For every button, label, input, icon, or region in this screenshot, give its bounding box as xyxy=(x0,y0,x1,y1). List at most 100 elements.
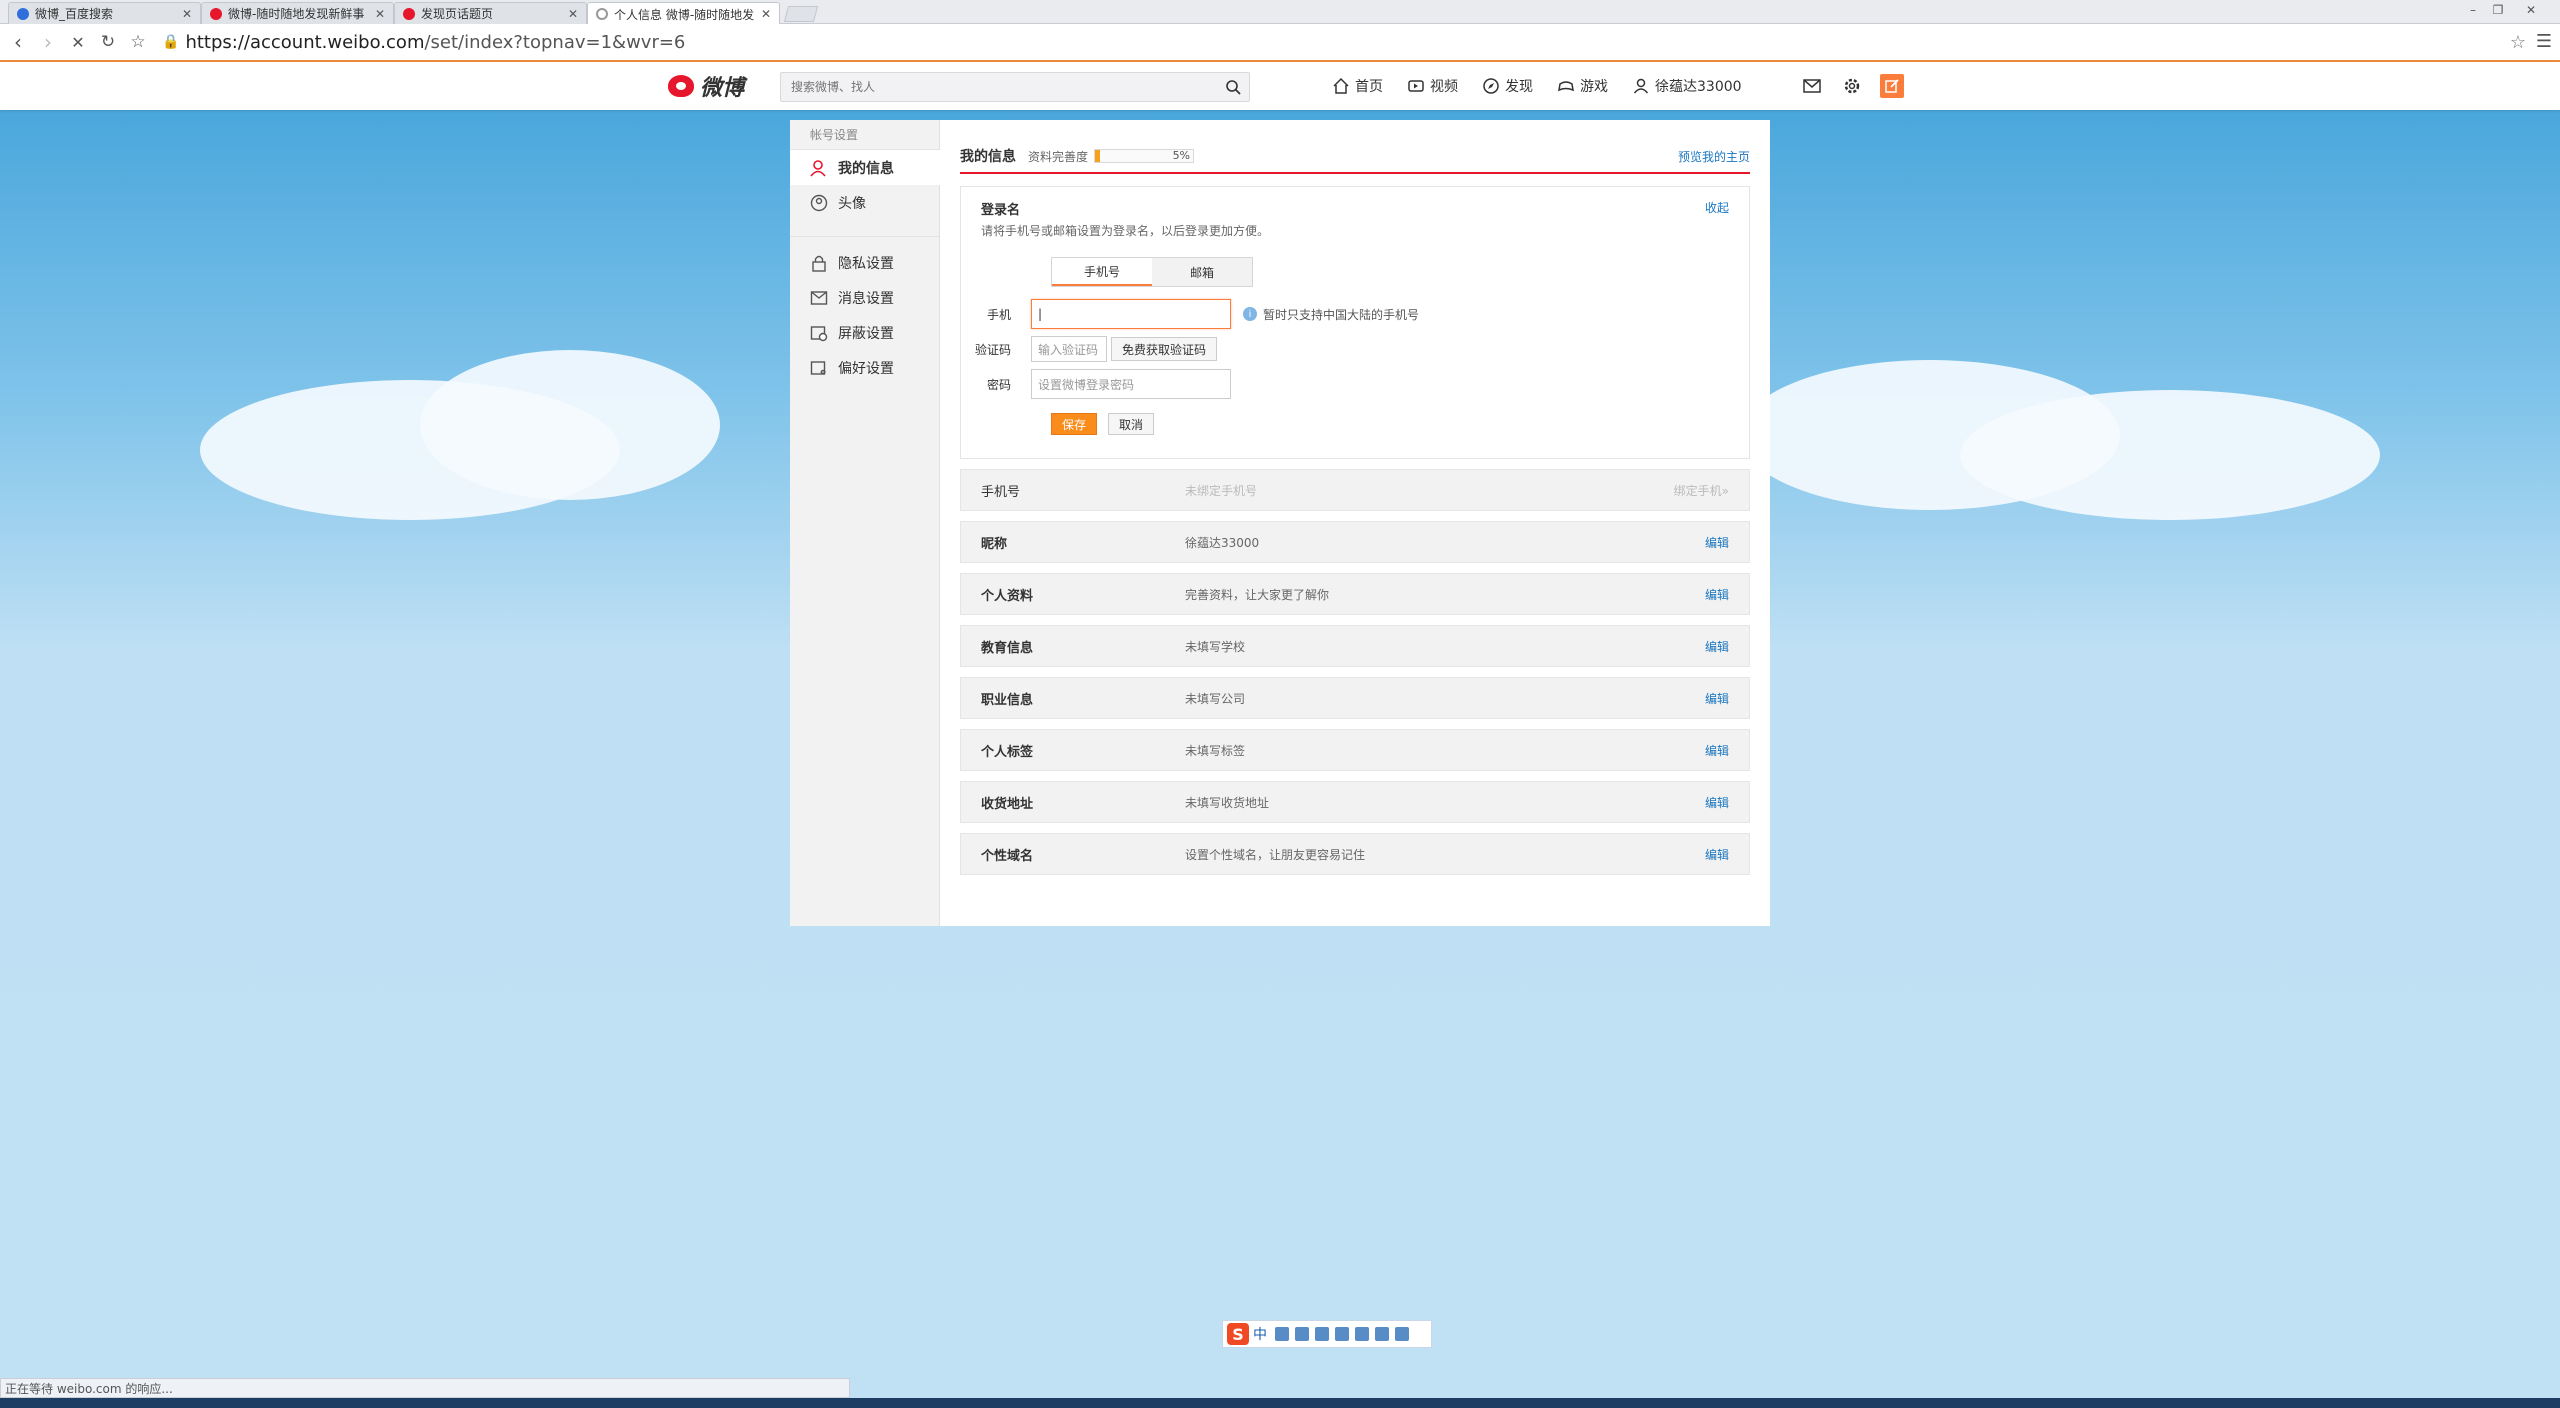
phone-row: 手机 | i 暂时只支持中国大陆的手机号 xyxy=(961,299,1419,329)
collapse-link[interactable]: 收起 xyxy=(1705,199,1729,216)
back-icon[interactable]: ‹ xyxy=(6,30,30,54)
sidebar-item-label: 偏好设置 xyxy=(838,360,894,377)
reload-icon[interactable]: ↻ xyxy=(96,30,120,54)
sidebar-item-block[interactable]: 屏蔽设置 xyxy=(790,315,939,350)
search-icon[interactable] xyxy=(1225,79,1241,95)
phone-input[interactable]: | xyxy=(1031,299,1231,329)
url-field[interactable]: 🔒 https://account.weibo.com/set/index?to… xyxy=(162,32,685,53)
code-row: 验证码 输入验证码 免费获取验证码 xyxy=(961,334,1218,364)
sidebar-item-label: 我的信息 xyxy=(838,160,894,177)
row-value: 设置个性域名，让朋友更容易记住 xyxy=(1185,847,1366,862)
login-section-desc: 请将手机号或邮箱设置为登录名，以后登录更加方便。 xyxy=(981,224,1270,238)
lock-icon: 🔒 xyxy=(162,34,180,50)
login-section-title: 登录名 xyxy=(981,203,1021,218)
forward-icon[interactable]: › xyxy=(36,30,60,54)
favorite-star-icon[interactable]: ☆ xyxy=(2510,32,2526,53)
nav-profile[interactable]: 徐蕴达33000 xyxy=(1632,76,1742,96)
phone-hint: i 暂时只支持中国大陆的手机号 xyxy=(1243,306,1419,323)
microphone-icon[interactable] xyxy=(1315,1327,1329,1341)
edit-link[interactable]: 编辑 xyxy=(1705,794,1729,811)
progress-label: 资料完善度 xyxy=(1028,149,1089,164)
password-input[interactable]: 设置微博登录密码 xyxy=(1031,369,1231,399)
edit-link[interactable]: 编辑 xyxy=(1705,690,1729,707)
nav-video-label: 视频 xyxy=(1430,79,1458,95)
phone-label: 手机 xyxy=(986,307,1011,322)
browser-tab-active[interactable]: 个人信息 微博-随时随地发 ✕ xyxy=(587,2,780,25)
progress-percent: 5% xyxy=(1172,149,1191,162)
code-input[interactable]: 输入验证码 xyxy=(1031,336,1107,362)
edit-link[interactable]: 编辑 xyxy=(1705,638,1729,655)
sidebar-item-messages[interactable]: 消息设置 xyxy=(790,280,939,315)
edit-link[interactable]: 编辑 xyxy=(1705,586,1729,603)
game-icon xyxy=(1558,81,1574,92)
get-code-button[interactable]: 免费获取验证码 xyxy=(1111,337,1218,361)
edit-link[interactable]: 编辑 xyxy=(1705,742,1729,759)
browser-tab[interactable]: 发现页话题页 ✕ xyxy=(394,2,587,24)
edit-link[interactable]: 编辑 xyxy=(1705,846,1729,863)
weibo-favicon-icon xyxy=(210,7,222,20)
user-icon xyxy=(1633,78,1649,94)
sidebar-item-avatar[interactable]: 头像 xyxy=(790,185,939,220)
close-icon[interactable]: ✕ xyxy=(375,7,385,21)
nav-video[interactable]: 视频 xyxy=(1407,76,1458,96)
nav-games[interactable]: 游戏 xyxy=(1557,76,1608,96)
row-value: 未填写标签 xyxy=(1185,743,1246,758)
nav-discover[interactable]: 发现 xyxy=(1482,76,1533,96)
ime-toolbar[interactable]: S 中 xyxy=(1222,1320,1432,1348)
password-row: 密码 设置微博登录密码 xyxy=(961,369,1231,399)
profile-progress-bar: 5% xyxy=(1094,149,1195,163)
compose-button[interactable] xyxy=(1880,74,1904,98)
close-icon[interactable]: ✕ xyxy=(761,7,771,21)
row-label: 昵称 xyxy=(981,536,1008,552)
ime-mode[interactable]: 中 xyxy=(1253,1324,1267,1344)
close-icon[interactable]: ✕ xyxy=(182,7,192,21)
browser-tab[interactable]: 微博_百度搜索 ✕ xyxy=(8,2,201,24)
punctuation-icon[interactable] xyxy=(1275,1327,1289,1341)
cancel-button[interactable]: 取消 xyxy=(1108,413,1154,435)
nav-home[interactable]: 首页 xyxy=(1332,76,1383,96)
sidebar-title: 帐号设置 xyxy=(790,120,939,150)
save-button[interactable]: 保存 xyxy=(1051,413,1097,435)
mail-icon[interactable] xyxy=(1800,74,1824,98)
tab-title: 个人信息 微博-随时随地发 xyxy=(614,7,755,22)
stop-icon[interactable]: ✕ xyxy=(66,30,90,54)
weibo-logo[interactable]: 微博 xyxy=(668,70,744,102)
sidebar-item-my-info[interactable]: 我的信息 xyxy=(790,150,940,185)
cloud-decoration xyxy=(420,350,720,500)
sidebar-item-preferences[interactable]: 偏好设置 xyxy=(790,350,939,385)
tab-phone[interactable]: 手机号 xyxy=(1052,258,1152,286)
tab-email[interactable]: 邮箱 xyxy=(1152,258,1252,286)
preview-homepage-link[interactable]: 预览我的主页 xyxy=(1678,148,1750,165)
emoji-icon[interactable] xyxy=(1295,1327,1309,1341)
search-input[interactable] xyxy=(781,73,1201,101)
restore-icon[interactable]: ❐ xyxy=(2487,0,2509,20)
user-center-icon[interactable] xyxy=(1355,1327,1369,1341)
menu-icon[interactable]: ☰ xyxy=(2536,31,2552,52)
close-icon[interactable]: ✕ xyxy=(568,7,578,21)
tab-title: 微博_百度搜索 xyxy=(35,7,114,21)
edit-link[interactable]: 编辑 xyxy=(1705,534,1729,551)
minimize-icon[interactable]: – xyxy=(2462,0,2484,20)
sidebar-item-privacy[interactable]: 隐私设置 xyxy=(790,245,939,280)
new-tab-button[interactable] xyxy=(783,6,819,22)
block-icon xyxy=(810,325,828,341)
gear-icon[interactable] xyxy=(1840,74,1864,98)
bind-phone-link[interactable]: 绑定手机» xyxy=(1674,482,1729,499)
toolbox-icon[interactable] xyxy=(1395,1327,1409,1341)
row-label: 个性域名 xyxy=(981,848,1034,864)
bookmark-star-icon[interactable]: ☆ xyxy=(126,30,150,54)
sidebar-divider xyxy=(790,220,939,237)
browser-tab[interactable]: 微博-随时随地发现新鲜事 ✕ xyxy=(201,2,394,24)
sidebar-item-label: 屏蔽设置 xyxy=(838,325,894,342)
weibo-top-nav: 微博 首页 视频 发现 游戏 徐蕴达33000 xyxy=(0,62,2560,110)
login-type-tabs: 手机号 邮箱 xyxy=(1051,257,1253,287)
row-value: 未填写学校 xyxy=(1185,639,1246,654)
info-row-domain: 个性域名 设置个性域名，让朋友更容易记住 编辑 xyxy=(960,833,1750,875)
row-value: 完善资料，让大家更了解你 xyxy=(1185,587,1330,602)
window-close-icon[interactable]: ✕ xyxy=(2520,0,2542,20)
sogou-logo-icon: S xyxy=(1227,1323,1249,1345)
skin-icon[interactable] xyxy=(1375,1327,1389,1341)
keyboard-icon[interactable] xyxy=(1335,1327,1349,1341)
phone-hint-text: 暂时只支持中国大陆的手机号 xyxy=(1263,307,1420,322)
progress-fill xyxy=(1095,150,1100,162)
